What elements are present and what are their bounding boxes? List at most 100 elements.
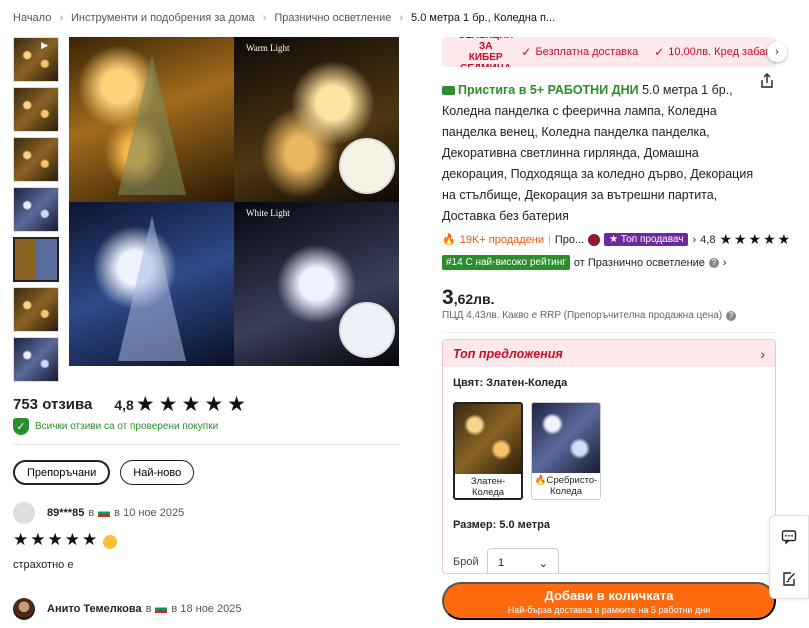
price-main: 3	[442, 286, 454, 309]
review-author: Анито Темелкова	[47, 603, 142, 615]
thumbnail-list: ▶	[13, 37, 59, 387]
product-rating: 4,8	[700, 233, 716, 246]
chevron-right-icon: ›	[59, 12, 63, 24]
hero-white-ribbon-photo: White Light	[234, 201, 399, 366]
side-toolbar	[769, 515, 809, 599]
top-seller-badge: ★ Топ продавач	[604, 233, 689, 246]
play-icon: ▶	[41, 40, 48, 50]
thumbnail-image[interactable]	[13, 187, 59, 232]
category-rank[interactable]: #14 С най-високо рейтинг от Празнично ос…	[442, 255, 727, 270]
delivery-badge-text: Пристига в 5+ РАБОТНИ ДНИ	[458, 83, 639, 97]
fire-icon: 🔥	[442, 234, 456, 246]
reviews-count[interactable]: 753 отзива	[13, 396, 92, 413]
help-icon[interactable]: ?	[708, 257, 719, 268]
smiling-face-icon	[103, 534, 118, 549]
thumbnail-image-selected[interactable]	[13, 237, 59, 282]
sold-count: 19K+ продадени	[459, 233, 544, 246]
swatch-label: 🔥Сребристо- Коледа	[532, 473, 600, 497]
hero-warm-tree-photo	[69, 37, 234, 202]
delivery-badge: Пристига в 5+ РАБОТНИ ДНИ	[442, 83, 639, 97]
avatar	[13, 502, 35, 524]
edit-note-icon	[783, 572, 795, 586]
rank-category: от Празнично осветление	[573, 256, 705, 269]
quantity-select[interactable]: 1 ⌄	[487, 548, 559, 573]
thumbnail-image[interactable]	[13, 337, 59, 382]
product-stats: 🔥 19K+ продадени | Про... ★ Топ продавач…	[442, 231, 792, 248]
top-offers-title: Топ предложения	[453, 346, 563, 361]
delivery-note: Най-бърза доставка в рамките на 5 работн…	[507, 604, 711, 615]
chevron-right-icon: ›	[399, 12, 404, 24]
reviews-summary: 753 отзива 4,8 ★★★★★	[13, 392, 250, 417]
top-offers-panel: Топ предложения › Цвят: Златен-Коледа Зл…	[442, 339, 776, 574]
filter-newest-button[interactable]: Най-ново	[120, 460, 195, 485]
breadcrumb-home[interactable]: Начало	[13, 12, 51, 24]
breadcrumb-current: 5.0 метра 1 бр., Коледна п...	[411, 12, 556, 24]
add-to-cart-button[interactable]: Добави в количката Най-бърза доставка в …	[442, 582, 776, 620]
thumbnail-video[interactable]: ▶	[13, 37, 59, 82]
review-date: в 10 ное 2025	[114, 507, 185, 519]
hero-warm-ribbon-photo: Warm Light	[234, 37, 399, 202]
cyber-week-promo-banner[interactable]: СЕЛЕКЦИЯ ЗА КИБЕР СЕДМИЦА ✓ Безплатна до…	[442, 37, 776, 67]
chevron-right-icon: ›	[262, 12, 267, 24]
divider	[442, 332, 776, 333]
divider	[13, 444, 399, 445]
chevron-down-icon: ⌄	[538, 558, 548, 570]
verified-purchases-note: ✓ Всички отзиви са от проверени покупки	[13, 418, 218, 435]
filter-recommended-button[interactable]: Препоръчани	[13, 460, 111, 485]
review-author: 89***85	[47, 507, 85, 519]
review-stars: ★★★★★	[13, 530, 100, 549]
share-icon[interactable]	[759, 73, 775, 89]
promo-next-button[interactable]: ›	[767, 42, 787, 62]
review-date: в 18 ное 2025	[171, 603, 242, 615]
chat-icon	[781, 530, 797, 545]
verified-text: Всички отзиви са от проверени покупки	[35, 421, 219, 432]
review-item: 89***85 в в 10 ное 2025 ★★★★★ страхотно …	[13, 502, 184, 571]
rrp-note: ПЦД 4,43лв. Какво е RRP (Препоръчителна …	[442, 310, 737, 321]
product-main-image[interactable]: Warm Light White Light	[69, 37, 399, 366]
add-to-cart-label: Добави в количката	[544, 587, 674, 603]
price-rest: ,62лв.	[453, 291, 495, 307]
review-text: страхотно е	[13, 559, 74, 571]
store-name[interactable]: Про...	[555, 234, 584, 246]
ribbon-closeup-inset	[339, 137, 395, 194]
chevron-right-icon: ›	[775, 46, 779, 58]
color-label: Цвят: Златен-Коледа	[453, 377, 568, 389]
free-shipping-label: Безплатна доставка	[535, 46, 639, 58]
thumbnail-image[interactable]	[13, 137, 59, 182]
product-title-text: 5.0 метра 1 бр., Коледна панделка с феер…	[442, 83, 754, 223]
swatch-label: Златен- Коледа	[470, 476, 506, 498]
bulgaria-flag-icon	[155, 605, 168, 613]
thumbnail-image[interactable]	[13, 287, 59, 332]
check-icon: ✓	[654, 45, 665, 59]
rating-stars: ★★★★★	[135, 393, 250, 416]
chevron-right-icon[interactable]: ›	[692, 234, 696, 246]
breadcrumb-subcategory[interactable]: Празнично осветление	[274, 12, 391, 24]
breadcrumb: Начало › Инструменти и подобрения за дом…	[13, 12, 555, 24]
thumbnail-image[interactable]	[13, 87, 59, 132]
product-price: 3 ,62лв.	[442, 286, 495, 310]
top-offers-header[interactable]: Топ предложения ›	[443, 340, 775, 367]
chevron-right-icon: ›	[760, 345, 765, 362]
ribbon-closeup-inset	[339, 302, 395, 358]
breadcrumb-category[interactable]: Инструменти и подобрения за дома	[71, 12, 255, 24]
swatch-image	[532, 403, 600, 473]
fire-icon: 🔥	[534, 475, 547, 486]
warm-light-label: Warm Light	[246, 43, 290, 53]
rrp-text: ПЦД 4,43лв. Какво е RRP (Препоръчителна …	[442, 310, 723, 321]
shield-check-icon: ✓	[13, 418, 29, 435]
rank-badge: #14 С най-високо рейтинг	[442, 255, 570, 270]
truck-icon	[442, 86, 455, 95]
product-rating-stars[interactable]: ★★★★★	[719, 231, 792, 248]
feedback-button[interactable]	[770, 558, 808, 600]
chat-button[interactable]	[770, 516, 808, 558]
quantity-value: 1	[498, 557, 505, 569]
size-label: Размер: 5.0 метра	[453, 519, 551, 531]
store-logo-icon[interactable]	[588, 233, 601, 246]
color-option-silver[interactable]: 🔥Сребристо- Коледа	[531, 402, 601, 500]
help-icon[interactable]: ?	[726, 310, 737, 321]
color-option-gold[interactable]: Златен- Коледа	[453, 402, 523, 500]
divider: |	[548, 233, 551, 246]
credit-label: 10,00лв. Кред забавяне	[668, 46, 776, 58]
hero-white-tree-photo	[69, 201, 234, 366]
review-sort-filters: Препоръчани Най-ново	[13, 460, 195, 485]
